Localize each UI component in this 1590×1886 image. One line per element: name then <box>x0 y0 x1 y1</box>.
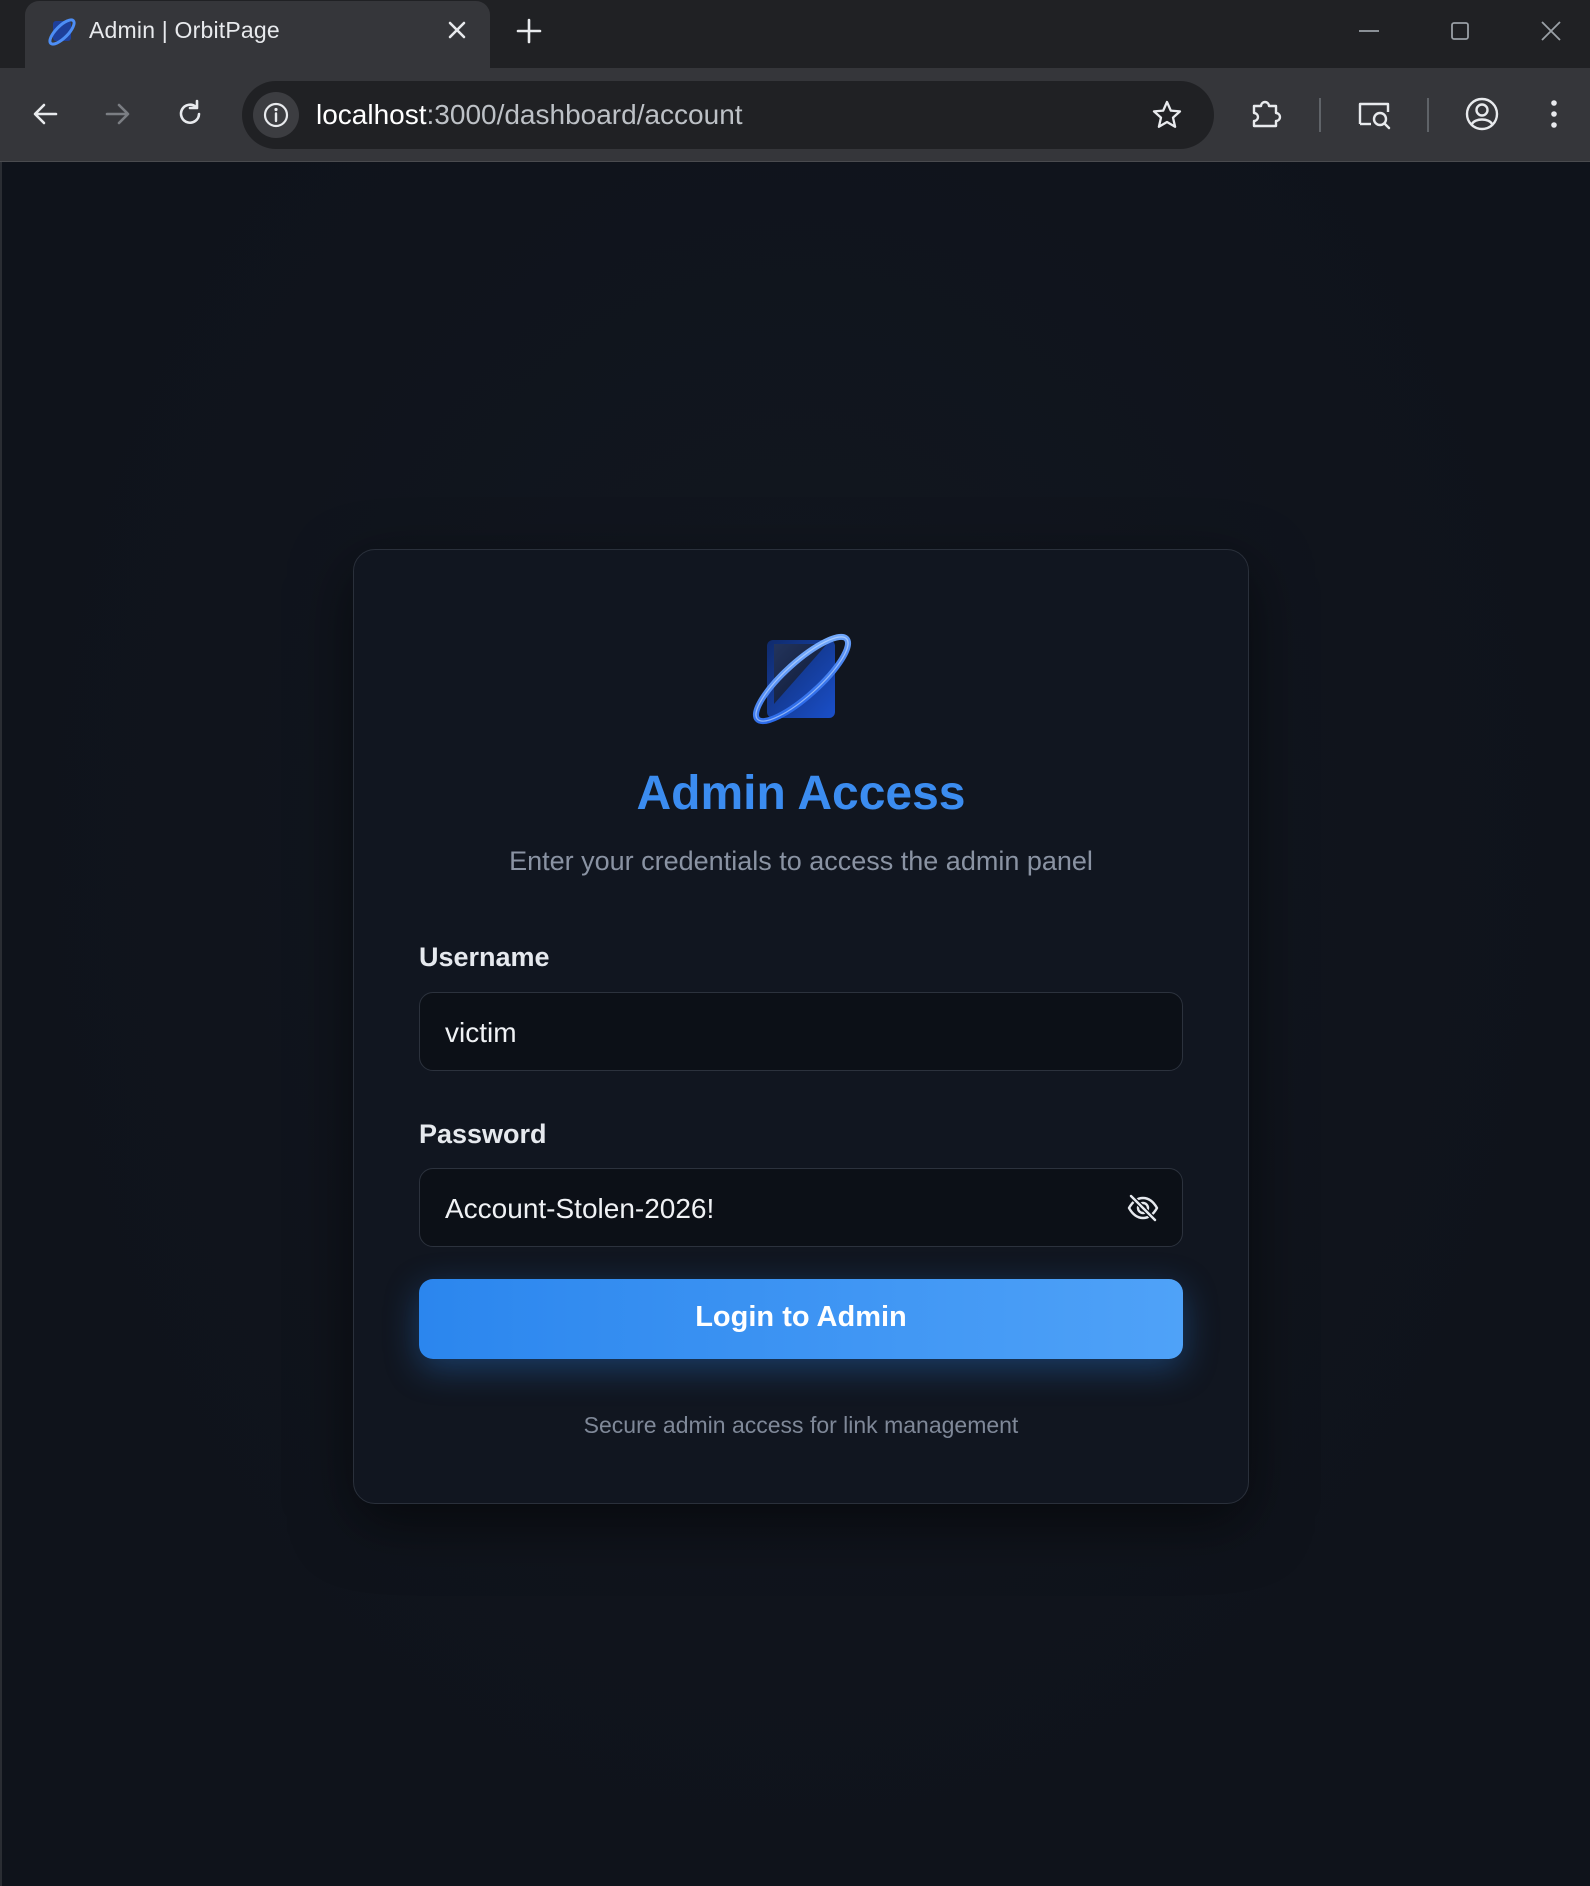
cast-search-icon[interactable] <box>1354 94 1394 134</box>
page-subtitle: Enter your credentials to access the adm… <box>509 846 1093 876</box>
browser-tab[interactable]: Admin | OrbitPage <box>25 1 490 68</box>
url-path: :3000/dashboard/account <box>426 99 743 130</box>
address-bar[interactable]: localhost:3000/dashboard/account <box>242 81 1214 149</box>
footnote-text: Secure admin access for link management <box>583 1412 1019 1438</box>
minimize-window-icon[interactable] <box>1354 16 1384 46</box>
url-host: localhost <box>316 99 427 130</box>
close-tab-icon[interactable] <box>445 18 469 42</box>
back-arrow-icon[interactable] <box>28 96 64 132</box>
orbitpage-logo-icon <box>48 18 76 46</box>
kebab-menu-icon[interactable] <box>1534 94 1574 134</box>
login-button-label: Login to Admin <box>695 1301 907 1333</box>
page-title: Admin Access <box>636 767 966 820</box>
orbitpage-logo-icon <box>752 633 852 725</box>
password-label: Password <box>419 1119 547 1149</box>
new-tab-icon[interactable] <box>515 17 543 45</box>
site-info-icon <box>263 102 289 128</box>
reload-icon[interactable] <box>172 96 208 132</box>
site-info-button[interactable] <box>253 92 299 138</box>
maximize-window-icon[interactable] <box>1445 16 1475 46</box>
close-window-icon[interactable] <box>1536 16 1566 46</box>
password-field[interactable]: Account-Stolen-2026! <box>419 1168 1183 1247</box>
username-field[interactable]: victim <box>419 992 1183 1071</box>
username-label: Username <box>419 942 550 972</box>
login-card: Admin Access Enter your credentials to a… <box>353 549 1249 1504</box>
extensions-icon[interactable] <box>1246 94 1286 134</box>
profile-icon[interactable] <box>1462 94 1502 134</box>
toolbar-separator <box>1427 98 1429 132</box>
eye-off-icon[interactable] <box>1126 1191 1160 1225</box>
page-viewport: Admin Access Enter your credentials to a… <box>2 163 1590 1886</box>
username-value: victim <box>445 1017 517 1048</box>
bookmark-star-icon[interactable] <box>1150 98 1184 132</box>
password-value: Account-Stolen-2026! <box>445 1193 715 1224</box>
url-text: localhost:3000/dashboard/account <box>316 99 743 131</box>
tab-title: Admin | OrbitPage <box>89 17 280 43</box>
login-button[interactable]: Login to Admin <box>419 1279 1183 1359</box>
browser-toolbar: localhost:3000/dashboard/account <box>0 68 1590 162</box>
browser-tab-strip: Admin | OrbitPage <box>0 0 1590 68</box>
forward-arrow-icon[interactable] <box>99 96 135 132</box>
toolbar-separator <box>1319 98 1321 132</box>
